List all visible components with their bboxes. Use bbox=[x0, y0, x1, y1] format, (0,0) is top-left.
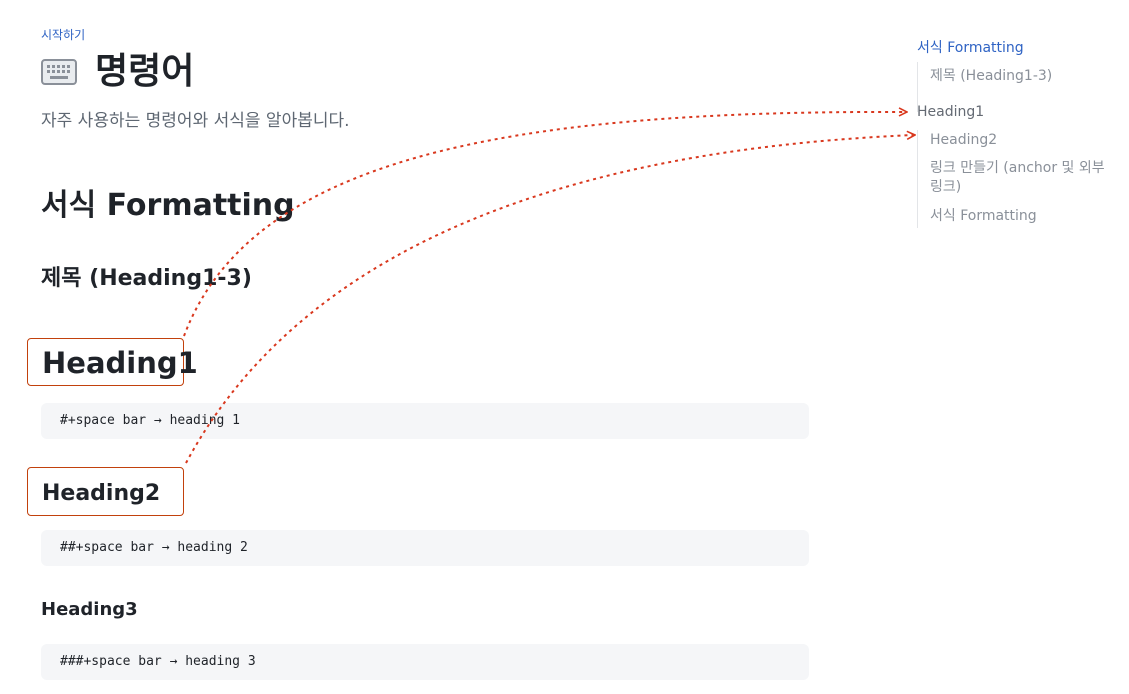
docs-page: 시작하기 명령어 자주 사용하는 명령어와 서식을 알아봅니다. 서식 Form… bbox=[0, 0, 1129, 694]
heading1-highlight-box: Heading1 bbox=[27, 338, 198, 386]
heading3-example: Heading3 bbox=[41, 599, 138, 620]
keyboard-icon bbox=[41, 59, 77, 85]
section-heading: 서식 Formatting bbox=[41, 188, 295, 223]
heading1-example: Heading1 bbox=[42, 346, 198, 380]
toc-item-heading1[interactable]: Heading1 bbox=[917, 102, 984, 122]
toc-item-heading2[interactable]: Heading2 bbox=[930, 130, 997, 150]
heading2-highlight-box: Heading2 bbox=[27, 467, 184, 516]
heading2-example: Heading2 bbox=[42, 481, 161, 506]
toc-indent-line bbox=[917, 130, 918, 228]
toc-item-formatting-2[interactable]: 서식 Formatting bbox=[930, 206, 1037, 226]
page-description: 자주 사용하는 명령어와 서식을 알아봅니다. bbox=[41, 111, 350, 131]
toc-item-headings[interactable]: 제목 (Heading1-3) bbox=[930, 66, 1052, 86]
toc-item-formatting[interactable]: 서식 Formatting bbox=[917, 38, 1024, 58]
code-block-heading3: ###+space bar → heading 3 bbox=[41, 644, 809, 680]
subsection-heading: 제목 (Heading1-3) bbox=[41, 266, 252, 291]
toc-item-links-cont[interactable]: 링크) bbox=[930, 177, 961, 197]
toc-item-links[interactable]: 링크 만들기 (anchor 및 외부 bbox=[930, 158, 1105, 178]
breadcrumb[interactable]: 시작하기 bbox=[41, 26, 85, 43]
page-title: 명령어 bbox=[95, 51, 195, 92]
page-header: 명령어 bbox=[41, 50, 194, 94]
code-block-heading2: ##+space bar → heading 2 bbox=[41, 530, 809, 566]
code-block-heading1: #+space bar → heading 1 bbox=[41, 403, 809, 439]
